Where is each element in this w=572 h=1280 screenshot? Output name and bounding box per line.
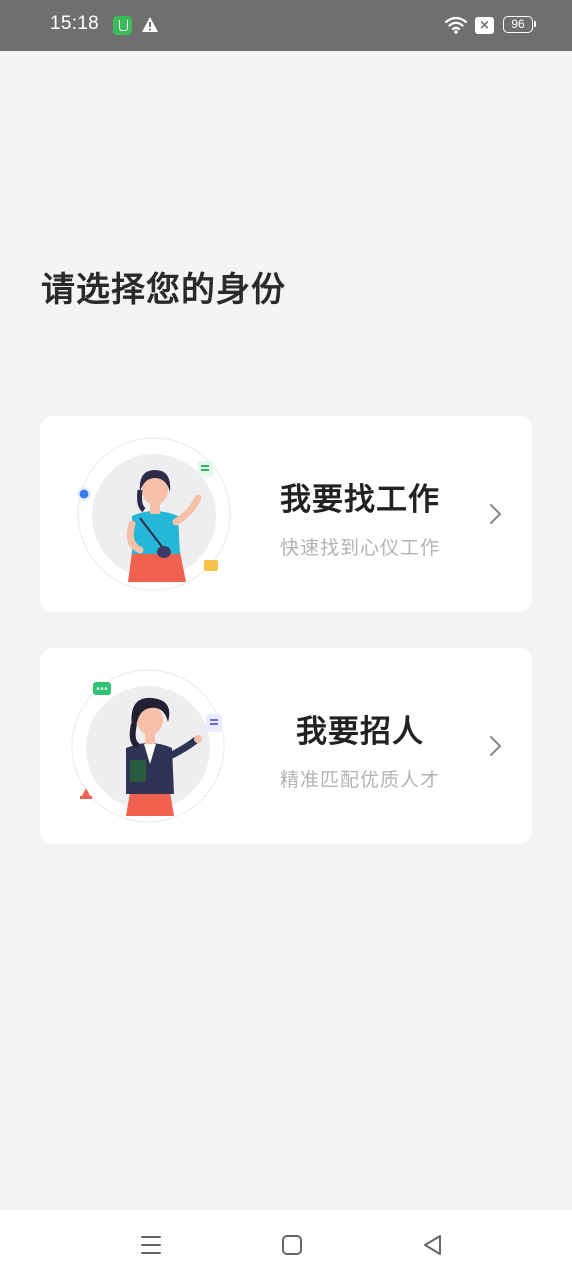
role-card-recruiter[interactable]: 我要招人 精准匹配优质人才 [40, 648, 532, 844]
page-title: 请选择您的身份 [41, 270, 286, 310]
app-notification-icon [113, 16, 132, 35]
battery-icon: 96 [503, 16, 536, 33]
role-title: 我要找工作 [280, 482, 440, 518]
sim-icon: × [475, 17, 494, 34]
back-icon[interactable] [420, 1232, 446, 1258]
role-subtitle: 精准匹配优质人才 [279, 769, 440, 791]
menu-icon[interactable] [138, 1232, 164, 1258]
warning-icon [142, 17, 158, 32]
system-nav-bar [0, 1210, 572, 1280]
job-seeker-illustration [77, 437, 231, 591]
chevron-right-icon [490, 504, 501, 524]
recruiter-illustration [71, 669, 225, 823]
status-time: 15:18 [50, 13, 100, 34]
role-subtitle: 快速找到心仪工作 [279, 537, 440, 559]
chevron-right-icon [490, 736, 501, 756]
status-bar: 15:18 × 96 [0, 0, 572, 51]
home-icon[interactable] [279, 1232, 305, 1258]
wifi-icon [444, 16, 468, 34]
role-title: 我要招人 [296, 714, 424, 750]
role-card-job-seeker[interactable]: 我要找工作 快速找到心仪工作 [40, 416, 532, 612]
